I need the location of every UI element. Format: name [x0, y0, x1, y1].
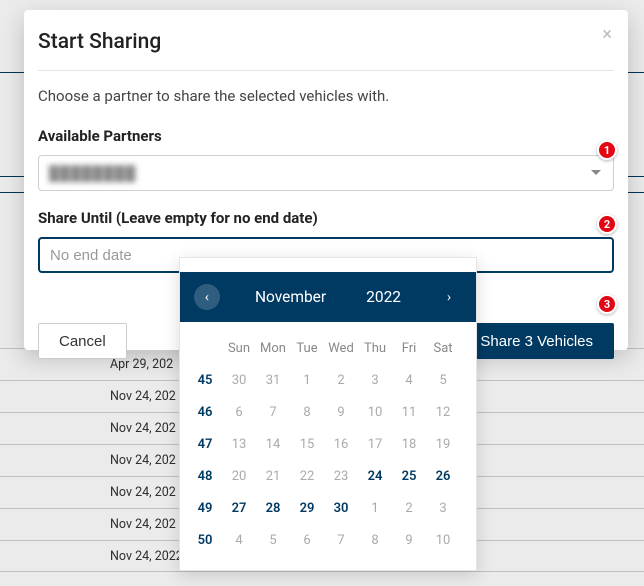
datepicker-month[interactable]: November — [255, 288, 326, 306]
cancel-button[interactable]: Cancel — [38, 323, 127, 359]
week-number: 49 — [188, 492, 222, 524]
weekday-header: Wed — [324, 332, 358, 364]
calendar-day[interactable]: 17 — [358, 428, 392, 460]
calendar-day[interactable]: 1 — [358, 492, 392, 524]
calendar-day[interactable]: 27 — [222, 492, 256, 524]
datepicker: ‹ November 2022 › SunMonTueWedThuFriSat4… — [179, 257, 477, 571]
calendar-day[interactable]: 15 — [290, 428, 324, 460]
partner-selected-value: ████████ — [49, 165, 136, 182]
week-number: 47 — [188, 428, 222, 460]
weekday-header: Thu — [358, 332, 392, 364]
calendar-day[interactable]: 7 — [256, 396, 290, 428]
calendar-day[interactable]: 31 — [256, 364, 290, 396]
share-vehicles-button[interactable]: Share 3 Vehicles — [459, 323, 614, 359]
calendar-day[interactable]: 2 — [324, 364, 358, 396]
chevron-down-icon — [591, 170, 601, 176]
share-until-label: Share Until (Leave empty for no end date… — [38, 209, 614, 227]
calendar-day[interactable]: 3 — [426, 492, 460, 524]
calendar-day[interactable]: 3 — [358, 364, 392, 396]
calendar-day[interactable]: 6 — [222, 396, 256, 428]
calendar-day[interactable]: 7 — [324, 524, 358, 556]
calendar-day[interactable]: 11 — [392, 396, 426, 428]
calendar-day[interactable]: 9 — [392, 524, 426, 556]
calendar-day[interactable]: 19 — [426, 428, 460, 460]
calendar-day[interactable]: 6 — [290, 524, 324, 556]
calendar-day[interactable]: 13 — [222, 428, 256, 460]
calendar-day[interactable]: 23 — [324, 460, 358, 492]
weekday-header: Fri — [392, 332, 426, 364]
calendar-day[interactable]: 12 — [426, 396, 460, 428]
calendar-day[interactable]: 14 — [256, 428, 290, 460]
week-number: 45 — [188, 364, 222, 396]
weekday-header: Tue — [290, 332, 324, 364]
week-number: 48 — [188, 460, 222, 492]
calendar-day[interactable]: 10 — [426, 524, 460, 556]
calendar-day[interactable]: 30 — [324, 492, 358, 524]
prev-month-button[interactable]: ‹ — [194, 284, 220, 310]
callout-2: 2 — [597, 214, 617, 234]
partner-dropdown[interactable]: ████████ — [38, 155, 614, 191]
week-number: 50 — [188, 524, 222, 556]
calendar-day[interactable]: 5 — [256, 524, 290, 556]
datepicker-year[interactable]: 2022 — [366, 288, 401, 306]
close-icon[interactable]: × — [602, 26, 612, 44]
modal-title: Start Sharing — [38, 30, 614, 54]
calendar-day[interactable]: 16 — [324, 428, 358, 460]
calendar-day[interactable]: 29 — [290, 492, 324, 524]
calendar-day[interactable]: 1 — [290, 364, 324, 396]
callout-1: 1 — [597, 140, 617, 160]
calendar-day[interactable]: 5 — [426, 364, 460, 396]
weekday-header: Mon — [256, 332, 290, 364]
week-number: 46 — [188, 396, 222, 428]
weekday-header: Sat — [426, 332, 460, 364]
callout-3: 3 — [597, 294, 617, 314]
calendar-day[interactable]: 25 — [392, 460, 426, 492]
modal-description: Choose a partner to share the selected v… — [38, 87, 614, 105]
calendar-day[interactable]: 30 — [222, 364, 256, 396]
calendar-day[interactable]: 9 — [324, 396, 358, 428]
calendar-day[interactable]: 28 — [256, 492, 290, 524]
calendar-day[interactable]: 2 — [392, 492, 426, 524]
calendar-day[interactable]: 21 — [256, 460, 290, 492]
calendar-day[interactable]: 18 — [392, 428, 426, 460]
calendar-day[interactable]: 22 — [290, 460, 324, 492]
calendar-day[interactable]: 20 — [222, 460, 256, 492]
available-partners-label: Available Partners — [38, 127, 614, 145]
weekday-header: Sun — [222, 332, 256, 364]
calendar-day[interactable]: 26 — [426, 460, 460, 492]
next-month-button[interactable]: › — [436, 284, 462, 310]
calendar-day[interactable]: 8 — [290, 396, 324, 428]
calendar-day[interactable]: 4 — [222, 524, 256, 556]
calendar-day[interactable]: 10 — [358, 396, 392, 428]
calendar-day[interactable]: 4 — [392, 364, 426, 396]
calendar-day[interactable]: 8 — [358, 524, 392, 556]
calendar-day[interactable]: 24 — [358, 460, 392, 492]
